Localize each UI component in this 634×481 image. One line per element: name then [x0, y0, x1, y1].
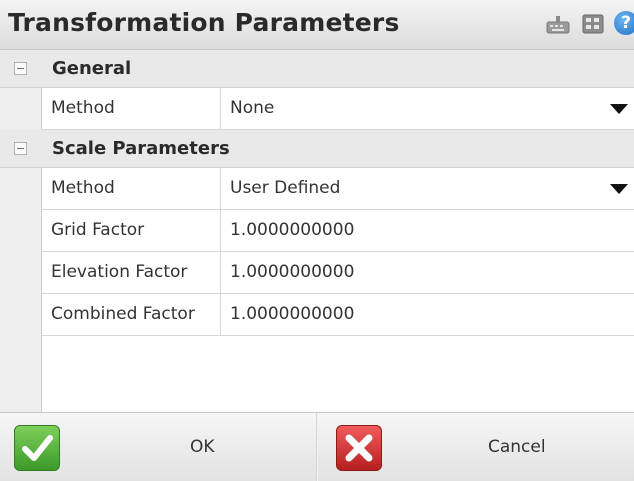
property-row-scale-method[interactable]: Method User Defined	[42, 168, 634, 210]
grid-gutter	[0, 50, 42, 412]
property-grid: General Method None Scale Parameters Met…	[0, 50, 634, 412]
collapse-scale-icon[interactable]	[14, 142, 27, 155]
category-general[interactable]: General	[0, 50, 634, 88]
checkmark-icon	[14, 425, 60, 471]
dropdown-arrow-icon[interactable]	[610, 184, 628, 194]
close-icon	[336, 425, 382, 471]
category-label: General	[52, 58, 132, 79]
ok-label: OK	[190, 437, 215, 457]
property-name: Grid Factor	[51, 220, 145, 240]
calculator-icon[interactable]	[582, 14, 604, 34]
grid-factor-field[interactable]: 1.0000000000	[230, 220, 354, 240]
dropdown-arrow-icon[interactable]	[610, 104, 628, 114]
property-row-elevation-factor[interactable]: Elevation Factor 1.0000000000	[42, 252, 634, 294]
title-bar: Transformation Parameters ?	[0, 0, 634, 50]
window-title: Transformation Parameters	[8, 8, 400, 37]
property-row-general-method[interactable]: Method None	[42, 88, 634, 130]
ok-button[interactable]: OK	[0, 413, 316, 481]
property-row-grid-factor[interactable]: Grid Factor 1.0000000000	[42, 210, 634, 252]
elevation-factor-field[interactable]: 1.0000000000	[230, 262, 354, 282]
button-bar: OK Cancel	[0, 412, 634, 481]
collapse-general-icon[interactable]	[14, 62, 27, 75]
method-dropdown-value[interactable]: None	[230, 98, 274, 118]
category-label: Scale Parameters	[52, 138, 230, 159]
property-name: Method	[51, 178, 115, 198]
property-row-combined-factor[interactable]: Combined Factor 1.0000000000	[42, 294, 634, 336]
column-divider	[220, 210, 221, 251]
cancel-button[interactable]: Cancel	[318, 413, 634, 481]
cancel-label: Cancel	[488, 437, 546, 457]
property-name: Combined Factor	[51, 304, 195, 324]
column-divider	[220, 168, 221, 209]
scale-method-dropdown-value[interactable]: User Defined	[230, 178, 340, 198]
keyboard-icon[interactable]	[546, 14, 570, 34]
combined-factor-field[interactable]: 1.0000000000	[230, 304, 354, 324]
property-name: Method	[51, 98, 115, 118]
category-scale-parameters[interactable]: Scale Parameters	[0, 130, 634, 168]
column-divider	[220, 88, 221, 129]
property-name: Elevation Factor	[51, 262, 188, 282]
column-divider	[220, 294, 221, 335]
help-icon[interactable]: ?	[614, 11, 634, 35]
column-divider	[220, 252, 221, 293]
